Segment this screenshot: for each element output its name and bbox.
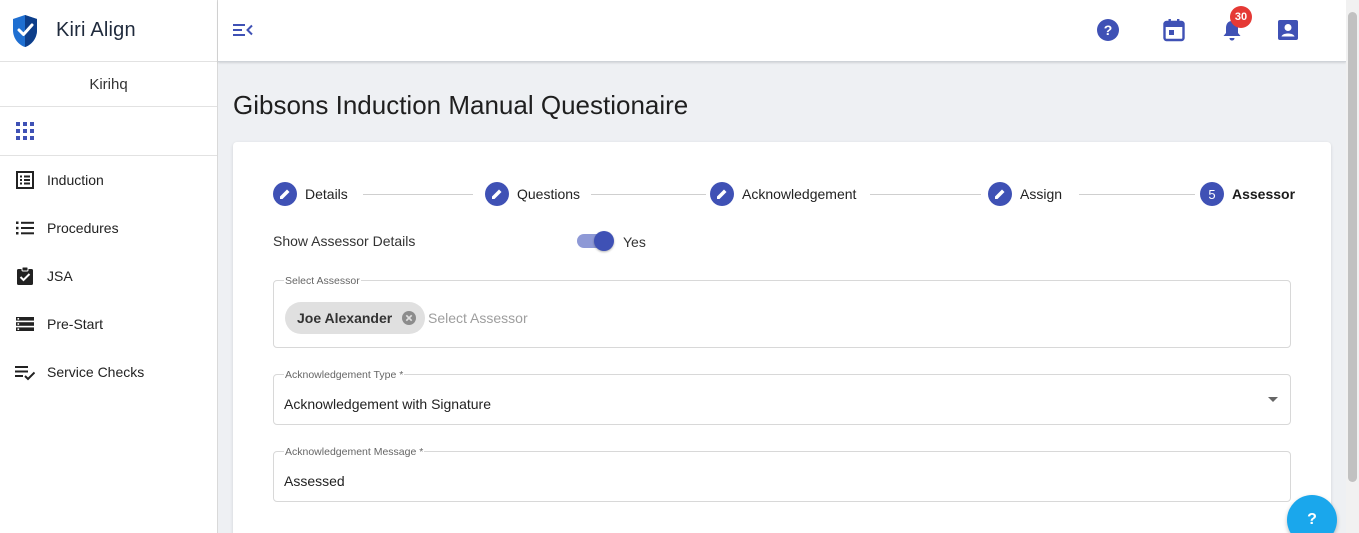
apps-grid-icon [16,122,34,140]
sidebar-item-label: Induction [47,172,104,188]
format-list-icon [15,218,35,238]
step-connector [591,194,706,195]
top-app-bar: ? 30 [218,0,1346,62]
page-scrollbar[interactable] [1346,0,1359,533]
step-label: Assessor [1232,186,1296,202]
notification-count-badge: 30 [1230,6,1252,28]
step-assign[interactable]: Assign [988,182,1062,206]
acknowledgement-type-select[interactable]: Acknowledgement Type * Acknowledgement w… [273,369,1291,425]
step-connector [870,194,981,195]
app-title: Kiri Align [56,19,136,41]
field-label: Select Assessor [284,275,361,287]
show-assessor-row: Show Assessor Details Yes [273,231,873,252]
sidebar-item-label: JSA [47,268,73,284]
page-title: Gibsons Induction Manual Questionaire [233,90,689,120]
select-assessor-field[interactable]: Select Assessor Joe Alexander [273,275,1291,348]
notifications-button[interactable]: 30 [1219,6,1252,43]
field-label: Acknowledgement Message * [284,446,425,458]
acknowledgement-message-field[interactable]: Acknowledgement Message * Assessed [273,446,1291,502]
field-value[interactable]: Assessed [284,473,345,489]
list-alt-icon [15,170,35,190]
pencil-icon [273,182,297,206]
stepper: Details Questions Acknowledgement Assign… [273,182,1295,206]
account-box-icon[interactable] [1275,17,1301,43]
step-label: Acknowledgement [742,186,857,202]
step-questions[interactable]: Questions [485,182,580,206]
dropdown-arrow-icon[interactable] [1268,397,1278,402]
sidebar-item-induction[interactable]: Induction [0,156,217,204]
step-assessor[interactable]: 5 Assessor [1200,182,1295,206]
assessor-chip[interactable]: Joe Alexander [285,302,426,334]
sidebar-item-jsa[interactable]: JSA [0,252,217,300]
apps-grid-button[interactable] [0,107,217,156]
step-details[interactable]: Details [273,182,348,206]
step-label: Assign [1020,186,1063,202]
sidebar-item-label: Pre-Start [47,316,104,332]
step-label: Questions [517,186,581,202]
brand[interactable]: Kiri Align [0,0,217,62]
show-assessor-toggle[interactable] [577,231,614,251]
form-card: Details Questions Acknowledgement Assign… [233,142,1331,533]
selected-value: Acknowledgement with Signature [284,396,492,412]
step-label: Details [305,186,348,202]
storage-icon [15,314,35,334]
calendar-icon[interactable] [1161,17,1187,43]
sidebar: Kiri Align Kirihq Induction Procedures J… [0,0,218,533]
shield-logo-icon [13,14,37,47]
toggle-value-text: Yes [623,234,646,250]
playlist-add-check-icon [15,362,35,382]
sidebar-item-service-checks[interactable]: Service Checks [0,348,217,396]
step-connector [363,194,473,195]
chip-label: Joe Alexander [297,310,393,326]
step-connector [1079,194,1195,195]
scrollbar-thumb[interactable] [1348,12,1357,482]
toggle-knob [594,231,614,251]
pencil-icon [988,182,1012,206]
step-number: 5 [1200,182,1224,206]
help-fab-label: ? [1307,511,1317,528]
menu-open-icon[interactable] [232,19,254,41]
field-label: Acknowledgement Type * [284,369,405,381]
sidebar-nav: Induction Procedures JSA Pre-Start Servi… [0,156,217,396]
sidebar-item-label: Service Checks [47,364,145,380]
help-icon[interactable]: ? [1095,17,1121,43]
sidebar-item-label: Procedures [47,220,119,236]
show-assessor-label: Show Assessor Details [273,233,416,249]
sidebar-item-pre-start[interactable]: Pre-Start [0,300,217,348]
step-acknowledgement[interactable]: Acknowledgement [710,182,856,206]
assessor-search-input[interactable] [428,310,1028,326]
assignment-turned-in-icon [15,266,35,286]
svg-text:?: ? [1104,22,1113,38]
pencil-icon [485,182,509,206]
sidebar-item-procedures[interactable]: Procedures [0,204,217,252]
organization-name: Kirihq [0,62,217,107]
remove-chip-icon[interactable] [401,310,417,326]
pencil-icon [710,182,734,206]
